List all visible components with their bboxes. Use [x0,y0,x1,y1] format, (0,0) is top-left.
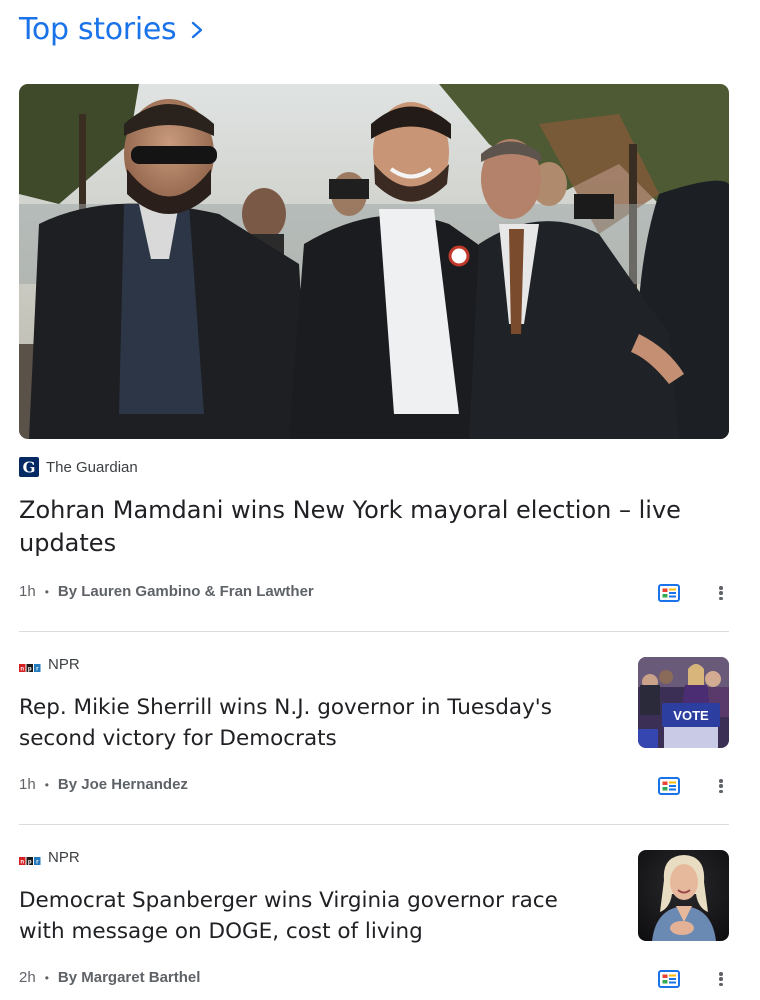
source-name: The Guardian [46,458,138,476]
meta-separator: • [44,777,49,792]
guardian-logo: G [19,457,39,477]
npr-logo: n p r [19,660,41,672]
story-time: 2h [19,969,36,986]
story-1-meta: 1h • By Lauren Gambino & Fran Lawther [19,583,314,600]
story-2-headline[interactable]: Rep. Mikie Sherrill wins N.J. governor i… [19,692,599,754]
svg-text:n: n [20,666,24,672]
svg-text:p: p [28,859,32,865]
story-byline: By Lauren Gambino & Fran Lawther [57,583,314,600]
meta-separator: • [44,584,49,599]
full-coverage-icon[interactable] [658,970,680,988]
story-3-source[interactable]: n p r NPR [19,849,80,866]
npr-logo: n p r [19,853,41,865]
more-vert-icon[interactable] [717,969,725,989]
top-stories-page: Top stories G The Guardian Zohran Mamdan… [0,0,760,1000]
story-2-source[interactable]: n p r NPR [19,656,80,673]
story-byline: By Margaret Barthel [57,969,201,986]
story-1-source[interactable]: G The Guardian [19,457,138,477]
full-coverage-icon[interactable] [658,584,680,602]
story-time: 1h [19,776,36,793]
svg-text:p: p [28,666,32,672]
more-vert-icon[interactable] [717,583,725,603]
story-2-thumbnail[interactable]: VOTE [638,657,729,748]
story-divider [19,824,729,825]
story-byline: By Joe Hernandez [57,776,188,793]
source-name: NPR [48,849,80,866]
more-vert-icon[interactable] [717,776,725,796]
svg-text:G: G [23,459,36,477]
story-2-meta: 1h • By Joe Hernandez [19,776,188,793]
source-name: NPR [48,656,80,673]
story-3-meta: 2h • By Margaret Barthel [19,969,200,986]
chevron-right-icon[interactable] [190,20,204,40]
story-1-image[interactable] [19,84,729,439]
meta-separator: • [44,970,49,985]
svg-text:n: n [20,859,24,865]
top-stories-header[interactable]: Top stories [19,12,204,47]
section-title[interactable]: Top stories [19,12,177,47]
vote-sign-text: VOTE [673,708,709,723]
full-coverage-icon[interactable] [658,777,680,795]
story-3-headline[interactable]: Democrat Spanberger wins Virginia govern… [19,885,599,947]
story-3-thumbnail[interactable] [638,850,729,941]
story-divider [19,631,729,632]
story-1-headline[interactable]: Zohran Mamdani wins New York mayoral ele… [19,494,709,560]
story-time: 1h [19,583,36,600]
